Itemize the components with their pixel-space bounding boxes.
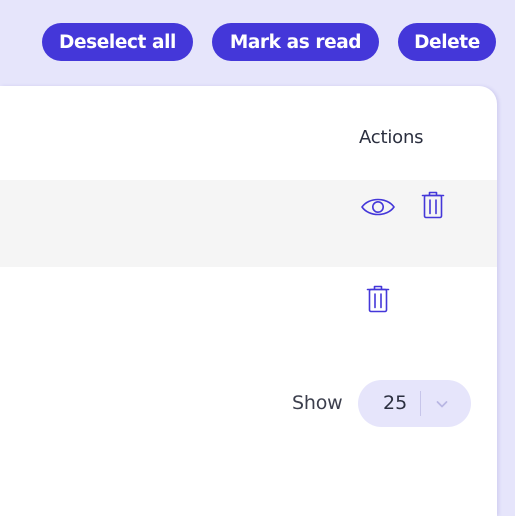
messages-table-panel: Actions Show 25	[0, 86, 497, 516]
delete-button[interactable]: Delete	[398, 23, 496, 61]
view-icon[interactable]	[360, 194, 396, 220]
select-divider	[420, 391, 421, 416]
deselect-all-button[interactable]: Deselect all	[42, 23, 193, 61]
page-size-value: 25	[383, 392, 408, 414]
page-size-select[interactable]: 25	[358, 380, 471, 427]
trash-icon[interactable]	[366, 284, 390, 314]
table-row	[0, 267, 497, 354]
show-label: Show	[292, 392, 343, 414]
trash-icon[interactable]	[421, 190, 445, 220]
mark-as-read-button[interactable]: Mark as read	[212, 23, 379, 61]
actions-column-header: Actions	[359, 127, 424, 148]
chevron-down-icon	[435, 396, 449, 415]
table-row	[0, 180, 497, 267]
